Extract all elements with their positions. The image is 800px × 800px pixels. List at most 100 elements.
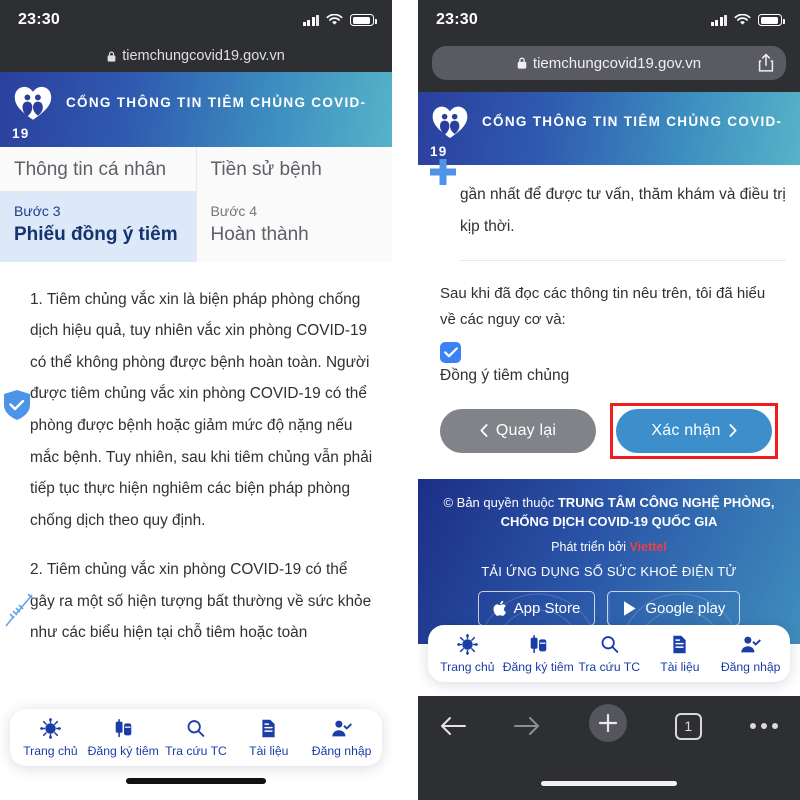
step-column-4[interactable]: Tiền sử bệnh Bước 4 Hoàn thành [195, 147, 392, 262]
app-bottom-nav-left: Trang chủ Đăng ký tiêm Tra cứu TC Tài li… [10, 709, 382, 766]
heart-family-logo-icon [14, 86, 52, 120]
wifi-icon [734, 14, 751, 25]
nav-label-tai-lieu: Tài liệu [249, 744, 289, 758]
nav-item-tai-lieu-r[interactable]: Tài liệu [645, 634, 716, 674]
site-footer: © Bản quyền thuộc TRUNG TÂM CÔNG NGHỆ PH… [418, 478, 800, 644]
battery-icon [350, 14, 377, 26]
nav-label-dang-ky-tiem-r: Đăng ký tiêm [502, 660, 574, 674]
chevron-left-icon [480, 424, 488, 438]
apple-icon [493, 600, 506, 616]
nav-item-tai-lieu[interactable]: Tài liệu [232, 718, 305, 758]
step-number-3: Bước 3 [14, 203, 61, 219]
footer-developer-name[interactable]: Viettel [630, 540, 667, 554]
virus-icon [456, 634, 478, 655]
safari-toolbar: 1 [418, 696, 800, 800]
step-top-label-1: Thông tin cá nhân [0, 147, 196, 191]
screenshot-stage: 23:30 tiemchungcovid19.gov.vn CỔNG THÔNG… [0, 0, 800, 800]
step-active-3[interactable]: Bước 3 Phiếu đồng ý tiêm [0, 191, 196, 262]
address-bar-left[interactable]: tiemchungcovid19.gov.vn [0, 40, 392, 72]
shield-check-icon [4, 389, 30, 420]
nav-item-trang-chu-r[interactable]: Trang chủ [432, 634, 503, 674]
status-bar-right: 23:30 [418, 0, 800, 40]
footer-download-label: TẢI ỨNG DỤNG SỔ SỨC KHOẺ ĐIỆN TỬ [481, 563, 737, 579]
medical-cross-icon [430, 159, 456, 185]
step-number-4: Bước 4 [210, 203, 258, 219]
nav-item-tra-cuu-tc[interactable]: Tra cứu TC [160, 718, 233, 758]
more-dots-icon[interactable] [750, 723, 778, 729]
back-button[interactable]: Quay lại [440, 408, 596, 453]
home-indicator-right [541, 781, 677, 786]
status-time: 23:30 [18, 11, 60, 28]
consent-intro-text: Sau khi đã đọc các thông tin nêu trên, t… [440, 285, 766, 329]
step-top-label-2: Tiền sử bệnh [196, 147, 392, 191]
chevron-right-icon [729, 424, 737, 438]
nav-item-dang-ky-tiem[interactable]: Đăng ký tiêm [87, 718, 160, 758]
share-icon[interactable] [758, 53, 774, 73]
document-icon [669, 634, 690, 655]
left-phone-screenshot: 23:30 tiemchungcovid19.gov.vn CỔNG THÔNG… [0, 0, 392, 800]
nav-item-trang-chu[interactable]: Trang chủ [14, 718, 87, 758]
syringe-vial-icon [528, 634, 549, 655]
site-header-right: CỔNG THÔNG TIN TIÊM CHỦNG COVID- 19 [418, 92, 800, 165]
left-paragraph-2: 2. Tiêm chủng vắc xin phòng COVID-19 có … [30, 561, 372, 642]
home-indicator-left [126, 778, 266, 784]
nav-label-tra-cuu-tc-r: Tra cứu TC [578, 660, 641, 674]
consent-button-row: Quay lại Xác nhận [418, 385, 800, 479]
nav-label-tai-lieu-r: Tài liệu [660, 660, 700, 674]
left-paragraph-1: 1. Tiêm chủng vắc xin là biện pháp phòng… [30, 290, 373, 529]
user-check-icon [740, 634, 761, 655]
status-bar-left: 23:30 [0, 0, 392, 40]
back-button-label: Quay lại [495, 421, 557, 439]
confirm-button-highlight: Xác nhận [610, 402, 778, 459]
site-title-line2-right: 19 [430, 144, 448, 159]
step-name-3: Phiếu đồng ý tiêm [14, 224, 178, 245]
footer-org-line2: CHỐNG DỊCH COVID-19 QUỐC GIA [500, 514, 718, 530]
address-bar-url: tiemchungcovid19.gov.vn [122, 48, 285, 64]
nav-item-dang-ky-tiem-r[interactable]: Đăng ký tiêm [503, 634, 574, 674]
step-inactive-4[interactable]: Bước 4 Hoàn thành [196, 191, 392, 262]
address-bar-url-right: tiemchungcovid19.gov.vn [532, 54, 702, 72]
tab-count-button[interactable]: 1 [674, 712, 702, 740]
app-store-button[interactable]: App Store [477, 590, 596, 626]
step-column-3[interactable]: Thông tin cá nhân Bước 3 Phiếu đồng ý ti… [0, 147, 196, 262]
footer-org-line1: TRUNG TÂM CÔNG NGHỆ PHÒNG, [557, 494, 775, 510]
site-title-line2: 19 [12, 126, 30, 141]
google-play-icon [624, 600, 636, 616]
tab-count-label: 1 [684, 718, 693, 734]
plus-icon [598, 713, 617, 733]
nav-label-trang-chu-r: Trang chủ [440, 660, 495, 674]
address-bar-right[interactable]: tiemchungcovid19.gov.vn [432, 46, 786, 80]
footer-developer-line: Phát triển bởi Viettel [434, 540, 784, 554]
left-content-body: 1. Tiêm chủng vắc xin là biện pháp phòng… [0, 261, 392, 649]
nav-item-dang-nhap-r[interactable]: Đăng nhập [715, 634, 786, 674]
nav-label-trang-chu: Trang chủ [23, 744, 78, 758]
syringe-icon [5, 593, 34, 627]
nav-item-tra-cuu-tc-r[interactable]: Tra cứu TC [574, 634, 645, 674]
lock-icon [517, 57, 527, 69]
right-paragraph-tail: gần nhất để được tư vấn, thăm khám và đi… [460, 186, 786, 235]
footer-copyright: © Bản quyền thuộc TRUNG TÂM CÔNG NGHỆ PH… [434, 493, 784, 532]
site-title-line1-right: CỔNG THÔNG TIN TIÊM CHỦNG COVID- [482, 113, 783, 129]
cellular-signal-icon [710, 14, 727, 26]
new-tab-button[interactable] [588, 704, 627, 742]
google-play-label: Google play [645, 599, 726, 617]
app-store-label: App Store [513, 599, 581, 617]
user-check-icon [331, 718, 352, 739]
syringe-vial-icon [113, 718, 134, 739]
status-indicators [302, 14, 377, 26]
wifi-icon [326, 14, 343, 25]
footer-copyright-prefix: © Bản quyền thuộc [443, 494, 558, 510]
confirm-button[interactable]: Xác nhận [616, 408, 772, 453]
forward-arrow-icon[interactable] [514, 715, 540, 737]
footer-developed-by: Phát triển bởi [551, 539, 630, 554]
nav-item-dang-nhap[interactable]: Đăng nhập [305, 718, 378, 758]
lock-icon [107, 51, 116, 62]
search-icon [599, 634, 620, 655]
back-arrow-icon[interactable] [440, 715, 466, 737]
consent-checkbox[interactable] [440, 341, 461, 363]
app-bottom-nav-right: Trang chủ Đăng ký tiêm Tra cứu TC Tài li… [428, 625, 790, 682]
google-play-button[interactable]: Google play [607, 590, 741, 626]
status-time-right: 23:30 [436, 11, 478, 28]
step-tabs-left: Thông tin cá nhân Bước 3 Phiếu đồng ý ti… [0, 147, 392, 262]
right-phone-screenshot: 23:30 tiemchungcovid19.gov.vn CỔNG THÔNG… [418, 0, 800, 800]
